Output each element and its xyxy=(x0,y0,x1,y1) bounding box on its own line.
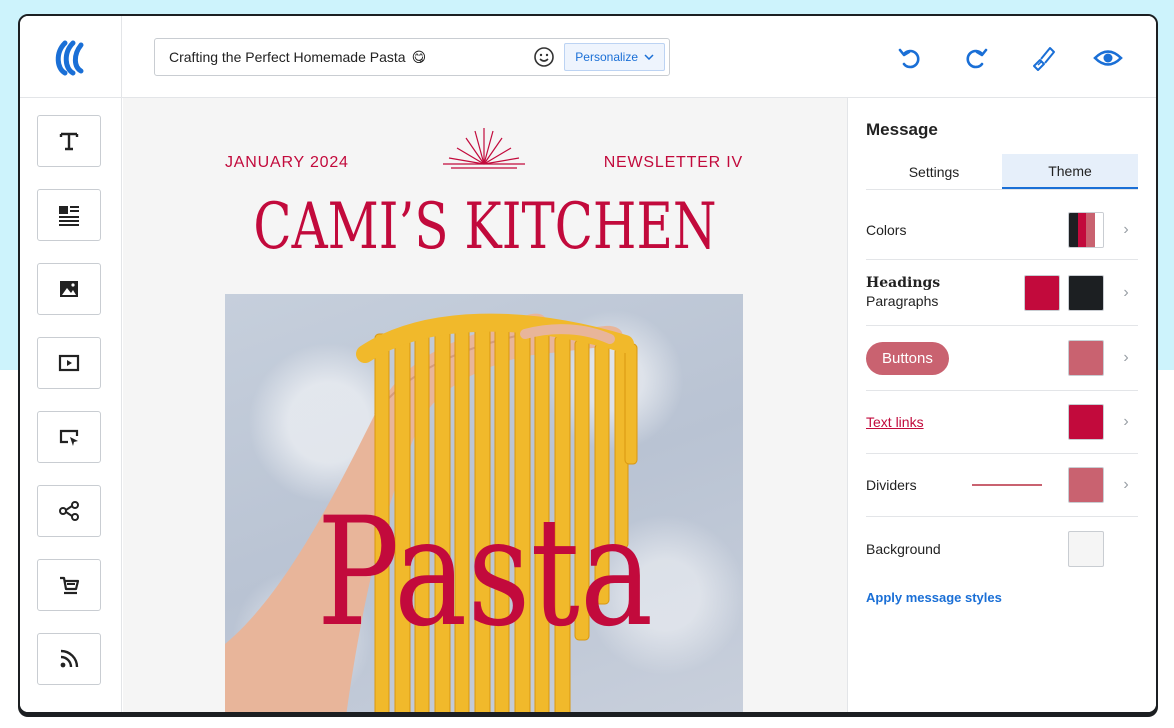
add-rss-block-button[interactable] xyxy=(37,633,101,685)
add-video-block-button[interactable] xyxy=(37,337,101,389)
colors-label: Colors xyxy=(866,221,907,238)
emoji-picker-button[interactable] xyxy=(532,45,556,69)
video-icon xyxy=(58,354,80,372)
dividers-label: Dividers xyxy=(866,477,917,493)
sunburst-ornament-icon xyxy=(443,128,525,169)
divider-color-swatch xyxy=(1068,467,1104,503)
top-bar: Crafting the Perfect Homemade Pasta 😋 Pe… xyxy=(20,16,1156,98)
background-label: Background xyxy=(866,541,941,557)
hero-word-pasta[interactable]: Pasta xyxy=(188,498,782,648)
style-panel: Message Settings Theme Colors › Headings… xyxy=(847,98,1156,712)
redo-icon xyxy=(966,48,988,69)
content-block-toolbar xyxy=(20,98,122,712)
social-share-icon xyxy=(59,501,79,521)
paragraph-color-swatch xyxy=(1068,274,1104,311)
background-color-swatch xyxy=(1068,531,1104,567)
background-row[interactable]: Background › xyxy=(866,517,1138,581)
chevron-right-icon: › xyxy=(1123,413,1129,430)
text-icon xyxy=(59,132,79,151)
logo[interactable] xyxy=(20,16,122,98)
subject-emoji: 😋 xyxy=(411,48,427,65)
link-color-swatch xyxy=(1068,404,1104,440)
email-canvas[interactable]: JANUARY 2024 NEWSLETTER IV CAMI’S KITCHE… xyxy=(123,98,847,712)
rss-icon xyxy=(60,649,79,668)
preview-button[interactable] xyxy=(1090,40,1126,76)
chevron-right-icon: › xyxy=(1123,476,1129,493)
smiley-icon xyxy=(534,47,555,67)
image-icon xyxy=(60,281,78,297)
headings-label: Headings xyxy=(866,275,941,291)
colors-swatch xyxy=(1068,211,1104,248)
paragraphs-label: Paragraphs xyxy=(866,292,939,309)
tab-theme[interactable]: Theme xyxy=(1002,154,1138,189)
panel-tabs: Settings Theme xyxy=(866,154,1138,190)
add-image-block-button[interactable] xyxy=(37,263,101,315)
style-brush-button[interactable] xyxy=(1024,40,1060,76)
add-text-block-button[interactable] xyxy=(37,115,101,167)
chevron-right-icon: › xyxy=(1123,220,1129,238)
buttons-row[interactable]: Buttons › xyxy=(866,326,1138,391)
logo-icon xyxy=(55,40,83,76)
text-links-label: Text links xyxy=(866,414,924,430)
brush-icon xyxy=(1033,47,1055,71)
divider-preview-line xyxy=(972,484,1042,486)
button-color-swatch xyxy=(1068,340,1104,376)
buttons-label: Buttons xyxy=(866,341,949,375)
text-links-row[interactable]: Text links › xyxy=(866,391,1138,454)
apply-message-styles-link[interactable]: Apply message styles xyxy=(866,590,1002,605)
add-product-block-button[interactable] xyxy=(37,559,101,611)
cart-icon xyxy=(60,576,80,595)
editor-window: Crafting the Perfect Homemade Pasta 😋 Pe… xyxy=(18,14,1158,714)
text-block-icon xyxy=(59,206,79,226)
subject-line-field[interactable]: Crafting the Perfect Homemade Pasta 😋 Pe… xyxy=(154,38,670,76)
undo-button[interactable] xyxy=(892,40,928,76)
newsletter-date[interactable]: JANUARY 2024 xyxy=(225,154,349,172)
personalize-label: Personalize xyxy=(575,50,638,64)
colors-row[interactable]: Colors › xyxy=(866,200,1138,260)
add-social-block-button[interactable] xyxy=(37,485,101,537)
add-button-block-button[interactable] xyxy=(37,411,101,463)
button-icon xyxy=(59,429,79,446)
chevron-right-icon: › xyxy=(1123,283,1129,301)
redo-button[interactable] xyxy=(958,40,994,76)
preview-eye-icon xyxy=(1093,50,1123,66)
personalize-dropdown[interactable]: Personalize xyxy=(564,43,665,71)
subject-text: Crafting the Perfect Homemade Pasta xyxy=(169,49,406,65)
newsletter-title[interactable]: CAMI’S KITCHEN xyxy=(203,190,768,264)
chevron-down-icon xyxy=(644,54,654,60)
undo-icon xyxy=(898,48,920,69)
typography-row[interactable]: Headings Paragraphs › xyxy=(866,260,1138,326)
heading-color-swatch xyxy=(1024,274,1060,311)
tab-settings[interactable]: Settings xyxy=(866,154,1002,189)
add-text-image-block-button[interactable] xyxy=(37,189,101,241)
panel-title: Message xyxy=(866,120,938,139)
dividers-row[interactable]: Dividers › xyxy=(866,454,1138,517)
newsletter-issue[interactable]: NEWSLETTER IV xyxy=(604,154,743,172)
chevron-right-icon: › xyxy=(1123,349,1129,366)
